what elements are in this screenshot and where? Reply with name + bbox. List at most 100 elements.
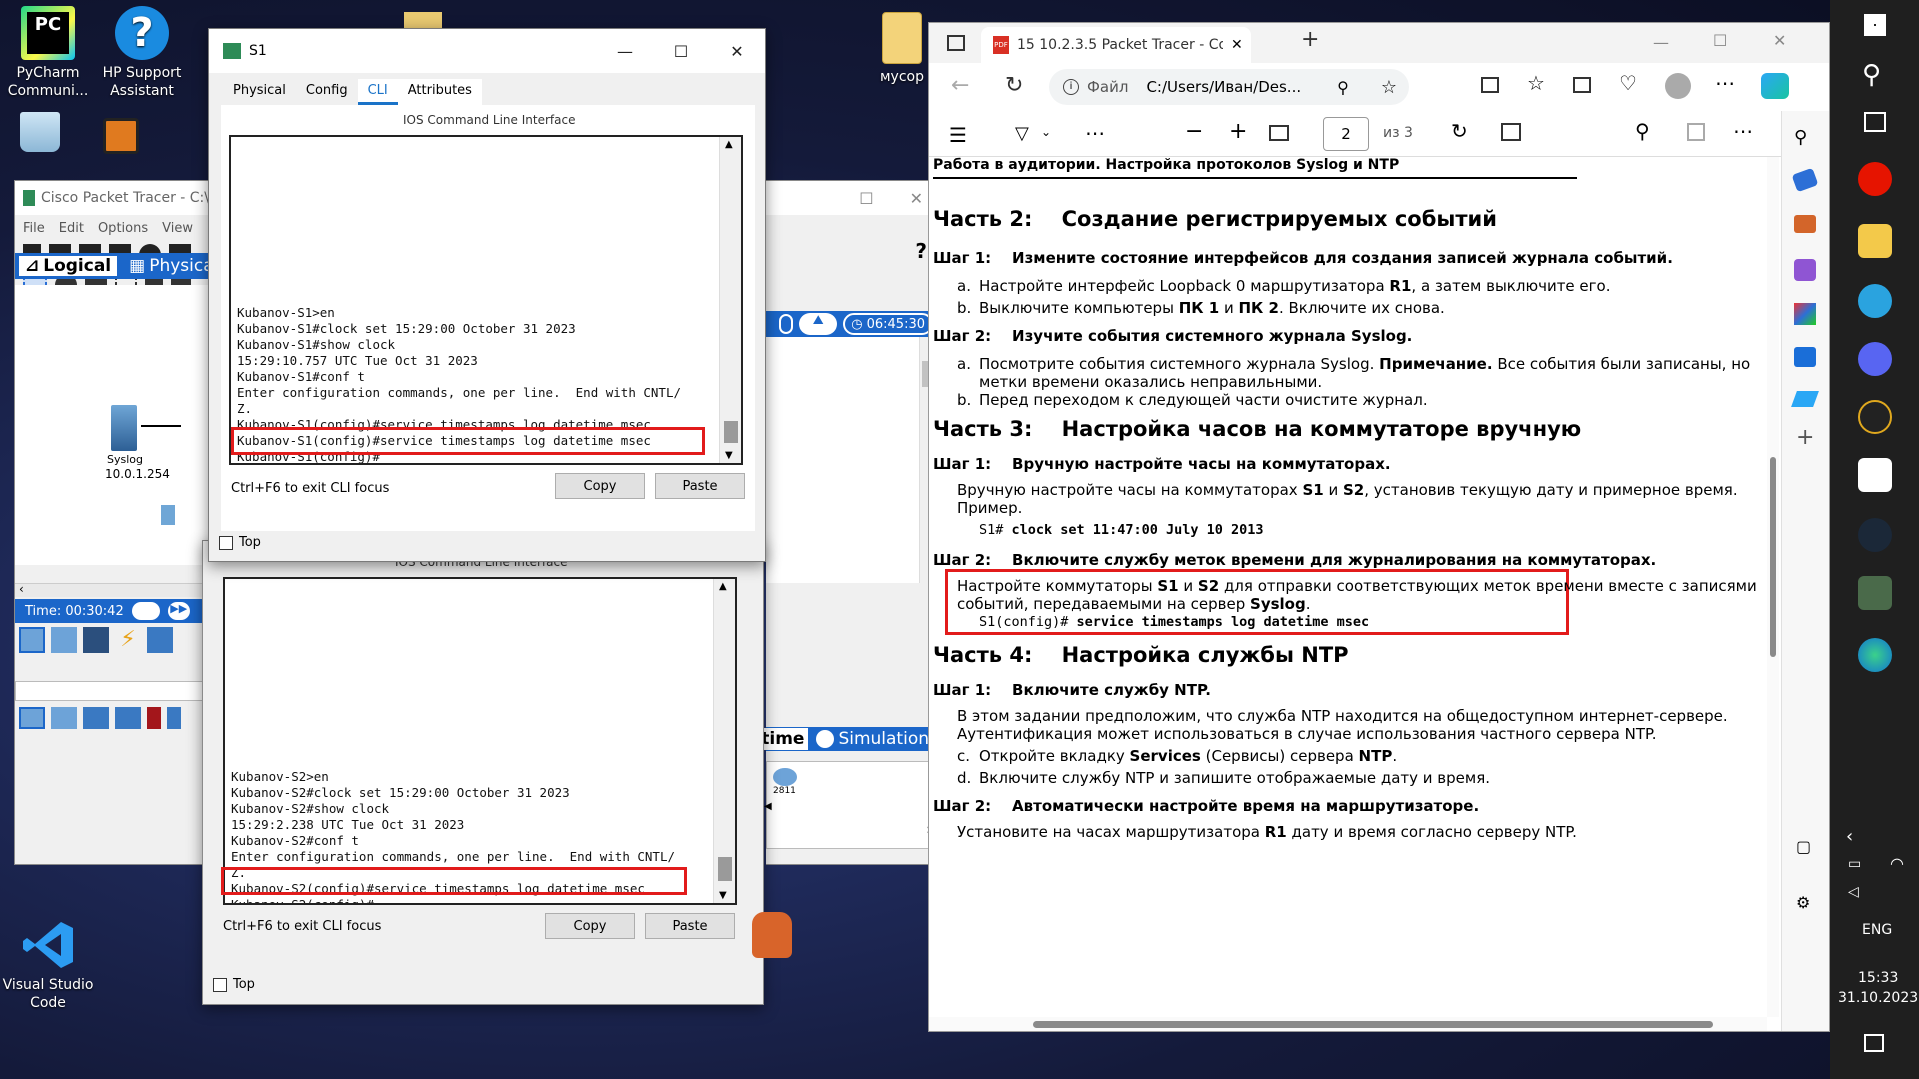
scroll-down-icon[interactable]: ▼ <box>719 890 727 901</box>
scroll-up-icon[interactable]: ▲ <box>725 139 733 150</box>
close-icon[interactable]: ✕ <box>910 189 923 208</box>
sidebar-settings-icon[interactable]: ⚙ <box>1796 893 1810 912</box>
app-icon[interactable] <box>1858 458 1892 492</box>
desktop-icon-vscode[interactable]: Visual Studio Code <box>0 918 96 1012</box>
close-icon[interactable]: ✕ <box>1773 31 1786 50</box>
sidebar-outlook-icon[interactable] <box>1794 347 1816 367</box>
scroll-down-icon[interactable]: ▼ <box>725 450 733 461</box>
minimize-button[interactable]: — <box>597 29 653 73</box>
paste-button[interactable]: Paste <box>655 473 745 499</box>
edge-icon[interactable] <box>1858 638 1892 672</box>
pdf-hscrollbar[interactable] <box>929 1017 1767 1031</box>
yandex-icon[interactable] <box>1858 162 1892 196</box>
sidebar-add-icon[interactable]: + <box>1796 425 1814 450</box>
packet-tracer-taskbar-icon[interactable] <box>1858 576 1892 610</box>
desktop-icon-pycharm[interactable]: PC PyCharm Communi... <box>0 6 96 100</box>
desktop-icon-app[interactable] <box>96 118 146 158</box>
fit-page-icon[interactable] <box>1269 125 1289 141</box>
pdf-page[interactable]: Работа в аудитории. Настройка протоколов… <box>929 157 1767 1017</box>
favorites-icon[interactable]: ☆ <box>1527 71 1545 95</box>
pdf-vscrollbar[interactable] <box>1767 157 1779 1017</box>
collapse-icon[interactable]: ◀ <box>764 801 772 812</box>
chevron-down-icon[interactable]: ⌄ <box>1041 125 1051 139</box>
zoom-in-icon[interactable]: + <box>1229 119 1247 144</box>
zoom-out-icon[interactable]: − <box>1185 119 1203 144</box>
minimize-icon[interactable]: — <box>1653 33 1669 52</box>
maximize-icon[interactable]: ☐ <box>1713 31 1727 50</box>
help-icon[interactable]: ? <box>915 239 927 263</box>
fast-forward-icon[interactable]: ▶▶ <box>167 602 190 620</box>
show-hidden-icon[interactable]: ‹ <box>1846 826 1853 847</box>
browser-tab[interactable]: PDF 15 10.2.3.5 Packet Tracer - Config ✕ <box>981 27 1251 63</box>
s1-titlebar[interactable]: S1 — ☐ ✕ <box>209 29 765 73</box>
collections-icon[interactable] <box>1573 77 1591 93</box>
page-view-icon[interactable] <box>1501 123 1521 141</box>
maximize-button[interactable]: ☐ <box>653 29 709 73</box>
close-button[interactable]: ✕ <box>709 29 765 73</box>
network-devices-icon[interactable] <box>19 627 45 653</box>
telegram-icon[interactable] <box>1858 284 1892 318</box>
task-view-icon[interactable] <box>1864 112 1886 132</box>
scroll-left-icon[interactable]: ‹ <box>19 582 24 596</box>
more-icon[interactable]: ⋯ <box>1715 71 1735 95</box>
security-device-icon[interactable] <box>147 707 161 729</box>
file-explorer-icon[interactable] <box>1858 224 1892 258</box>
router-device-icon[interactable] <box>19 707 45 729</box>
go-icon[interactable] <box>1858 400 1892 434</box>
tab-cli[interactable]: CLI <box>357 79 398 105</box>
sidebar-drop-icon[interactable] <box>1791 391 1819 407</box>
refresh-icon[interactable]: ↻ <box>1005 73 1023 98</box>
horizontal-scrollbar[interactable]: ‹ <box>15 582 209 597</box>
tab-actions-icon[interactable] <box>947 35 965 51</box>
s1-cli-terminal[interactable]: Kubanov-S1>en Kubanov-S1#clock set 15:29:… <box>229 135 743 465</box>
sidebar-tools-icon[interactable] <box>1794 215 1816 233</box>
menu-file[interactable]: File <box>23 221 45 236</box>
language-indicator[interactable]: ENG <box>1862 922 1892 938</box>
more-icon[interactable]: ⋯ <box>1733 119 1753 143</box>
info-icon[interactable]: i <box>1063 79 1079 95</box>
cli-scrollbar[interactable]: ▲ ▼ <box>719 137 741 463</box>
workspace[interactable]: Syslog 10.0.1.254 <box>15 285 209 565</box>
heart-icon[interactable]: ♡ <box>1619 71 1637 95</box>
zoom-icon[interactable]: ⚲ <box>1337 78 1349 97</box>
server-icon[interactable] <box>111 405 137 451</box>
copy-button[interactable]: Copy <box>545 913 635 939</box>
tab-attributes[interactable]: Attributes <box>397 79 482 105</box>
highlight-icon[interactable]: ▽ <box>1015 123 1029 144</box>
device-search-field[interactable] <box>15 681 209 701</box>
environment-icon[interactable]: ⛰ <box>799 313 838 335</box>
close-tab-icon[interactable]: ✕ <box>1231 37 1243 53</box>
sidebar-m365-icon[interactable] <box>1794 303 1816 325</box>
copilot-icon[interactable] <box>1761 73 1789 99</box>
switch-device-icon[interactable] <box>51 707 77 729</box>
sidebar-search-icon[interactable]: ⚲ <box>1794 127 1807 148</box>
address-bar[interactable]: i Файл C:/Users/Иван/Des... ⚲ ☆ <box>1049 69 1409 105</box>
split-screen-icon[interactable] <box>1481 77 1499 93</box>
sidebar-shopping-icon[interactable] <box>1791 167 1819 193</box>
start-icon[interactable] <box>1864 14 1886 36</box>
steam-icon[interactable] <box>1858 518 1892 552</box>
tab-logical[interactable]: ⊿ Logical <box>17 254 120 278</box>
network-icon[interactable]: ▭ <box>1848 856 1861 872</box>
connections-icon[interactable]: ⚡ <box>115 627 141 653</box>
menu-options[interactable]: Options <box>98 221 148 236</box>
discord-icon[interactable] <box>1858 342 1892 376</box>
volume-icon[interactable]: ◁ <box>1848 884 1859 900</box>
scroll-up-icon[interactable]: ▲ <box>719 581 727 592</box>
menu-edit[interactable]: Edit <box>59 221 84 236</box>
paste-button[interactable]: Paste <box>645 913 735 939</box>
more-tools-icon[interactable]: ⋯ <box>1085 121 1105 145</box>
copy-button[interactable]: Copy <box>555 473 645 499</box>
rotate-icon[interactable]: ↻ <box>1451 119 1468 143</box>
router-2811-icon[interactable] <box>773 768 797 786</box>
end-devices-icon[interactable] <box>51 627 77 653</box>
reset-time-icon[interactable] <box>131 602 160 620</box>
page-number-input[interactable]: 2 <box>1323 117 1369 151</box>
wifi-icon[interactable]: ◠ <box>1890 854 1904 873</box>
viewport-icon[interactable] <box>779 314 794 334</box>
back-icon[interactable]: ← <box>951 73 969 98</box>
sidebar-games-icon[interactable] <box>1794 259 1816 281</box>
top-checkbox[interactable] <box>213 977 227 992</box>
tab-simulation[interactable]: Simulation <box>812 729 933 749</box>
contents-icon[interactable]: ☰ <box>949 123 967 147</box>
